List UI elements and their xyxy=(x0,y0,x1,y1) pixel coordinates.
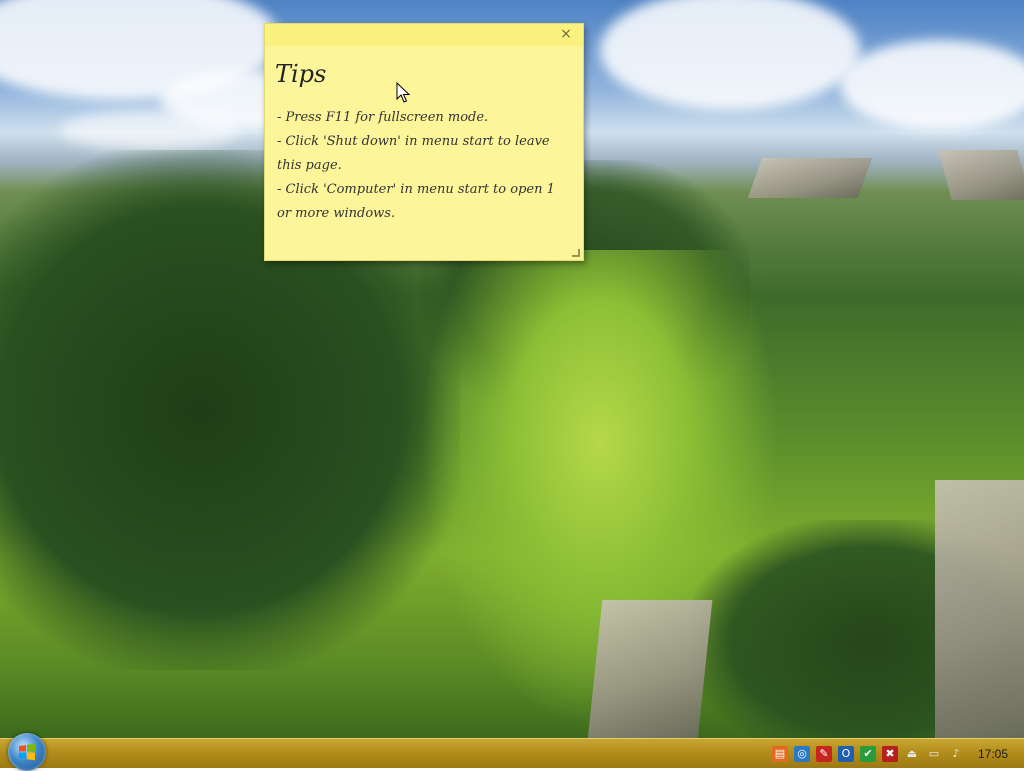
resize-grip-icon[interactable] xyxy=(572,249,580,257)
app-orange-icon[interactable]: ▤ xyxy=(772,746,788,762)
system-tray: ▤ ◎ ✎ O ✔ ✖ ⏏ ▭ ♪ xyxy=(772,745,964,763)
tip-line: - Click 'Computer' in menu start to open… xyxy=(277,182,555,221)
volume-icon[interactable]: ♪ xyxy=(948,746,964,762)
outlook-icon[interactable]: O xyxy=(838,746,854,762)
usb-device-icon[interactable]: ⏏ xyxy=(904,746,920,762)
cloud xyxy=(840,40,1024,130)
security-check-icon[interactable]: ✔ xyxy=(860,746,876,762)
mouse-cursor-icon xyxy=(396,82,410,103)
sticky-note[interactable]: × Tips - Press F11 for fullscreen mode. … xyxy=(264,23,584,261)
start-button[interactable] xyxy=(8,733,46,771)
rock-ridge xyxy=(938,150,1024,200)
network-globe-icon[interactable]: ◎ xyxy=(794,746,810,762)
rock-cliff xyxy=(587,600,713,738)
tip-line: - Press F11 for fullscreen mode. xyxy=(277,110,489,125)
cloud xyxy=(60,110,240,150)
rock-cliff xyxy=(935,480,1024,738)
flag-error-icon[interactable]: ✖ xyxy=(882,746,898,762)
sticky-note-title: Tips xyxy=(275,60,327,88)
taskbar: ▤ ◎ ✎ O ✔ ✖ ⏏ ▭ ♪ 17:05 xyxy=(0,733,1024,771)
close-icon[interactable]: × xyxy=(559,27,573,41)
sticky-note-titlebar[interactable] xyxy=(265,24,583,46)
tip-line: - Click 'Shut down' in menu start to lea… xyxy=(277,134,550,173)
pdf-icon[interactable]: ✎ xyxy=(816,746,832,762)
sticky-note-body[interactable]: - Press F11 for fullscreen mode. - Click… xyxy=(277,106,571,226)
rock-ridge xyxy=(747,158,873,198)
clock[interactable]: 17:05 xyxy=(968,739,1018,769)
windows-logo-icon xyxy=(19,743,35,761)
cloud xyxy=(600,0,860,110)
action-center-icon[interactable]: ▭ xyxy=(926,746,942,762)
